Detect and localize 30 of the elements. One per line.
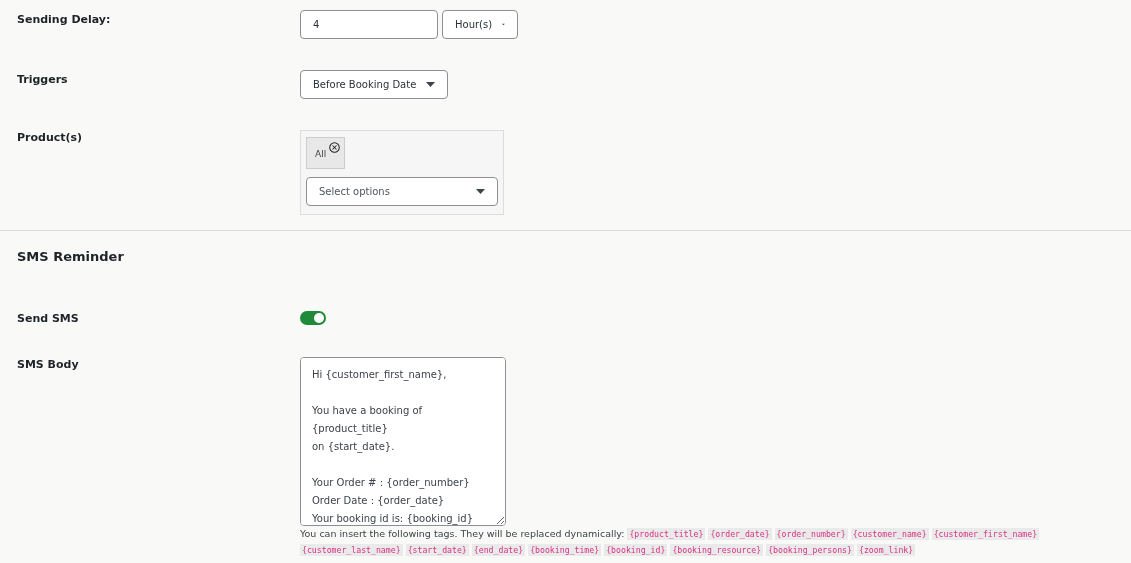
caret-icon <box>426 82 436 87</box>
selected-chip[interactable]: All <box>306 137 346 169</box>
tag-code: {booking_id} <box>604 543 668 556</box>
dropdown[interactable]: Select options <box>306 176 498 206</box>
tag-code: {booking_time} <box>528 543 602 556</box>
section-heading: SMS Reminder <box>16 247 125 266</box>
tag-code: {zoom_link} <box>857 543 916 556</box>
message-field[interactable]: Hi {customer_first_name}, You have a booking of {product_title} on {start_date}. Your Order # : {order_number} Order Date : {order_date} Your booking id is: {booking_id} <box>300 356 506 526</box>
dropdown[interactable]: Before Booking Date <box>300 70 449 99</box>
tag-code: {customer_first_name} <box>931 527 1040 540</box>
tag-code: {booking_resource} <box>670 543 764 556</box>
field-label: Sending Delay: <box>16 12 112 28</box>
tag-code: {end_date} <box>471 543 526 556</box>
field-label: Product(s) <box>16 130 84 146</box>
field-label: SMS Body <box>16 356 80 373</box>
field-label: Send SMS <box>16 311 80 327</box>
tag-code: {order_date} <box>708 527 772 540</box>
hint-text: You can insert the following tags. They will be replaced dynamically: <box>300 527 625 539</box>
number-field[interactable]: 4 <box>300 10 438 39</box>
field-label: Triggers <box>16 72 69 88</box>
tag-code: {order_number} <box>774 527 848 540</box>
tag-code: {booking_persons} <box>766 543 854 556</box>
dropdown[interactable]: Hour(s) <box>442 10 518 39</box>
tag-code: {customer_name} <box>850 527 929 540</box>
toggle-switch[interactable] <box>300 311 326 325</box>
close-icon[interactable] <box>329 142 341 153</box>
caret-icon <box>476 188 485 194</box>
tag-code: {start_date} <box>405 543 469 556</box>
tag-code: {customer_last_name} <box>300 543 403 556</box>
tag-code: {product_title} <box>627 527 706 540</box>
